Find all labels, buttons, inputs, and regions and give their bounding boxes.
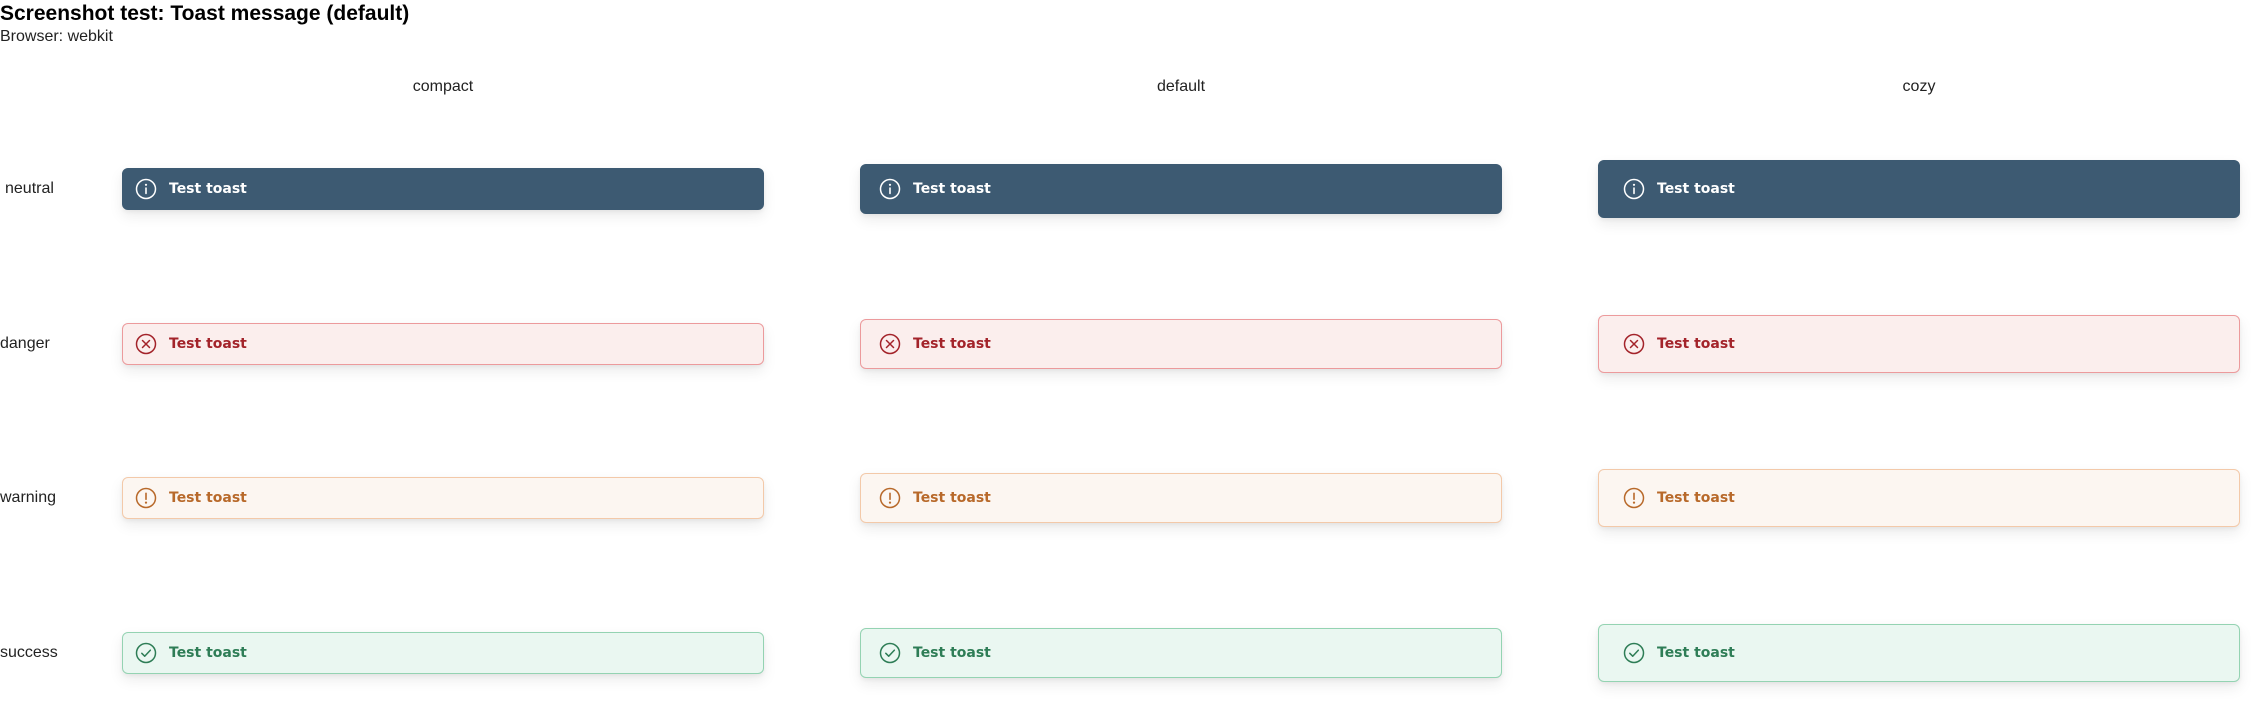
- exclamation-circle-icon: [135, 487, 157, 509]
- toast-message: Test toast: [169, 490, 247, 506]
- screenshot-test-page: Screenshot test: Toast message (default)…: [0, 0, 2266, 712]
- exclamation-circle-icon: [1623, 487, 1645, 509]
- toast-message: Test toast: [1657, 645, 1735, 661]
- column-header-cozy: cozy: [1902, 78, 1936, 95]
- exclamation-circle-icon: [879, 487, 901, 509]
- toast-message: Test toast: [169, 181, 247, 197]
- toast-success-compact: Test toast: [122, 632, 764, 674]
- toast-neutral-cozy: Test toast: [1598, 160, 2240, 218]
- check-circle-icon: [135, 642, 157, 664]
- toast-message: Test toast: [1657, 336, 1735, 352]
- check-circle-icon: [1623, 642, 1645, 664]
- column-header-default: default: [1156, 78, 1206, 95]
- error-circle-icon: [1623, 333, 1645, 355]
- toast-message: Test toast: [169, 336, 247, 352]
- column-header-compact: compact: [412, 78, 474, 95]
- info-icon: [1623, 178, 1645, 200]
- toast-danger-default: Test toast: [860, 319, 1502, 369]
- toast-message: Test toast: [1657, 181, 1735, 197]
- toast-message: Test toast: [913, 490, 991, 506]
- toast-success-default: Test toast: [860, 628, 1502, 678]
- row-label-neutral: neutral: [5, 180, 54, 197]
- toast-message: Test toast: [913, 336, 991, 352]
- browser-label: Browser: webkit: [0, 28, 113, 45]
- toast-message: Test toast: [913, 645, 991, 661]
- row-label-warning: warning: [0, 489, 57, 506]
- toast-danger-compact: Test toast: [122, 323, 764, 365]
- error-circle-icon: [879, 333, 901, 355]
- check-circle-icon: [879, 642, 901, 664]
- toast-neutral-default: Test toast: [860, 164, 1502, 214]
- info-icon: [135, 178, 157, 200]
- toast-warning-compact: Test toast: [122, 477, 764, 519]
- toast-message: Test toast: [1657, 490, 1735, 506]
- toast-danger-cozy: Test toast: [1598, 315, 2240, 373]
- toast-neutral-compact: Test toast: [122, 168, 764, 210]
- page-title: Screenshot test: Toast message (default): [0, 2, 410, 25]
- toast-success-cozy: Test toast: [1598, 624, 2240, 682]
- row-label-success: success: [0, 644, 58, 661]
- toast-warning-cozy: Test toast: [1598, 469, 2240, 527]
- row-label-danger: danger: [0, 335, 50, 352]
- toast-warning-default: Test toast: [860, 473, 1502, 523]
- toast-message: Test toast: [913, 181, 991, 197]
- toast-message: Test toast: [169, 645, 247, 661]
- info-icon: [879, 178, 901, 200]
- error-circle-icon: [135, 333, 157, 355]
